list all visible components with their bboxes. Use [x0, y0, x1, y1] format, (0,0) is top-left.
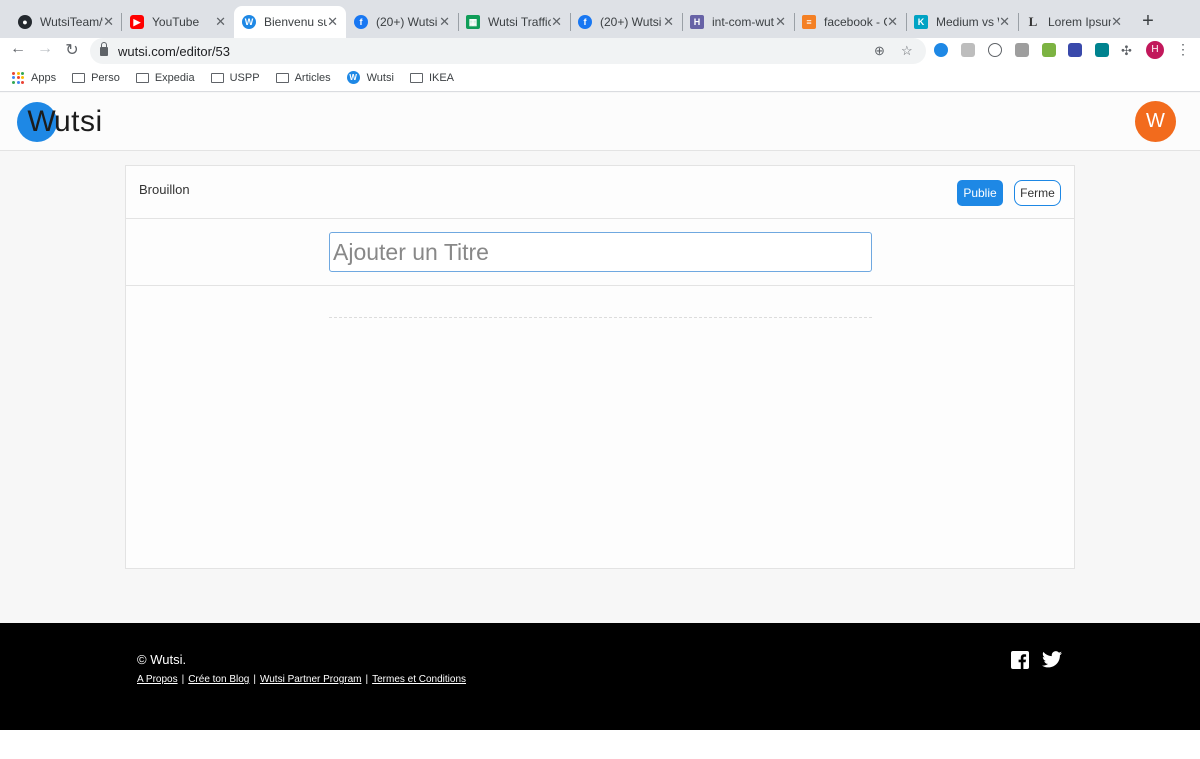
extension-icon[interactable]: [1042, 43, 1056, 57]
title-row: [126, 219, 1074, 286]
close-tab-icon[interactable]: ✕: [663, 14, 674, 30]
close-tab-icon[interactable]: ✕: [215, 14, 226, 30]
browser-tab[interactable]: ≡ facebook - G ✕: [794, 6, 906, 38]
close-tab-icon[interactable]: ✕: [551, 14, 562, 30]
bookmark-uspp[interactable]: USPP: [210, 72, 260, 84]
footer-link-terms[interactable]: Termes et Conditions: [372, 674, 466, 685]
footer-link-create-blog[interactable]: Crée ton Blog: [188, 674, 249, 685]
logo-circle: W: [17, 102, 57, 142]
close-tab-icon[interactable]: ✕: [327, 14, 338, 30]
folder-icon: [409, 72, 423, 83]
extension-icon[interactable]: [961, 43, 975, 57]
wutsi-logo[interactable]: W utsi: [17, 101, 103, 143]
wutsi-icon: W: [242, 15, 256, 29]
wutsi-icon: W: [346, 71, 360, 84]
facebook-icon: f: [354, 15, 368, 29]
editor-card: Brouillon Publie Ferme: [125, 165, 1075, 569]
browser-toolbar: ← → ↻ wutsi.com/editor/53 ⊕ ☆ ✣ H ⋮: [0, 38, 1200, 64]
bottom-strip: [0, 730, 1200, 759]
reload-button[interactable]: ↻: [62, 40, 82, 60]
k-icon: K: [914, 15, 928, 29]
title-input[interactable]: [329, 232, 872, 272]
browser-tab[interactable]: ▶ YouTube ✕: [122, 6, 234, 38]
close-tab-icon[interactable]: ✕: [103, 14, 114, 30]
editor-toolbar: Brouillon Publie Ferme: [126, 166, 1074, 219]
draft-status: Brouillon: [139, 182, 190, 197]
twitter-icon[interactable]: [1042, 651, 1062, 668]
browser-tab[interactable]: ● WutsiTeam/w ✕: [10, 6, 122, 38]
user-avatar[interactable]: W: [1135, 101, 1176, 142]
publish-button[interactable]: Publie: [957, 180, 1003, 206]
close-button[interactable]: Ferme: [1014, 180, 1061, 206]
browser-tab[interactable]: L Lorem Ipsum ✕: [1018, 6, 1130, 38]
bookmark-articles[interactable]: Articles: [275, 72, 331, 84]
heroku-icon: H: [690, 15, 704, 29]
editor-body[interactable]: [329, 317, 872, 318]
app-header: W utsi W: [0, 93, 1200, 151]
bookmark-expedia[interactable]: Expedia: [135, 72, 195, 84]
bookmarks-bar: Apps Perso Expedia USPP Articles W Wutsi…: [0, 64, 1200, 92]
browser-profile-avatar[interactable]: H: [1146, 41, 1164, 59]
address-bar[interactable]: wutsi.com/editor/53: [90, 38, 926, 64]
github-icon: ●: [18, 15, 32, 29]
folder-icon: [135, 72, 149, 83]
facebook-icon: f: [578, 15, 592, 29]
extension-icon[interactable]: [934, 43, 948, 57]
folder-icon: [72, 72, 86, 83]
url-text: wutsi.com/editor/53: [118, 43, 230, 59]
close-tab-icon[interactable]: ✕: [999, 14, 1010, 30]
sheets-icon: ▦: [466, 15, 480, 29]
camera-icon[interactable]: [1015, 43, 1029, 57]
footer-links: A Propos | Crée ton Blog | Wutsi Partner…: [137, 674, 467, 685]
new-tab-button[interactable]: +: [1138, 10, 1158, 33]
forward-button[interactable]: →: [35, 40, 55, 58]
lock-icon: [100, 41, 108, 56]
browser-tab[interactable]: f (20+) Wutsi ✕: [570, 6, 682, 38]
bookmark-star-icon[interactable]: ☆: [901, 43, 913, 59]
extension-icon[interactable]: [1068, 43, 1082, 57]
browser-tab[interactable]: f (20+) Wutsi ✕: [346, 6, 458, 38]
puzzle-icon[interactable]: ✣: [1121, 43, 1132, 59]
bookmark-apps[interactable]: Apps: [12, 71, 56, 84]
footer-link-partner-program[interactable]: Wutsi Partner Program: [260, 674, 362, 685]
bookmark-wutsi[interactable]: W Wutsi: [346, 71, 394, 84]
folder-icon: [210, 72, 224, 83]
page-footer: © Wutsi. A Propos | Crée ton Blog | Wuts…: [0, 623, 1200, 730]
close-tab-icon[interactable]: ✕: [1111, 14, 1122, 30]
browser-tab-strip: ● WutsiTeam/w ✕ ▶ YouTube ✕ W Bienvenu s…: [0, 0, 1200, 38]
bookmark-ikea[interactable]: IKEA: [409, 72, 454, 84]
footer-link-about[interactable]: A Propos: [137, 674, 178, 685]
zoom-icon[interactable]: ⊕: [874, 43, 885, 59]
extension-icon[interactable]: [988, 43, 1002, 57]
back-button[interactable]: ←: [8, 40, 28, 58]
browser-tab[interactable]: H int-com-wut ✕: [682, 6, 794, 38]
close-tab-icon[interactable]: ✕: [887, 14, 898, 30]
extension-icon[interactable]: [1095, 43, 1109, 57]
facebook-icon[interactable]: [1011, 651, 1029, 669]
close-tab-icon[interactable]: ✕: [439, 14, 450, 30]
browser-tab[interactable]: ▦ Wutsi Traffic ✕: [458, 6, 570, 38]
close-tab-icon[interactable]: ✕: [775, 14, 786, 30]
youtube-icon: ▶: [130, 15, 144, 29]
copyright: © Wutsi.: [137, 652, 187, 667]
browser-tab-active[interactable]: W Bienvenu su ✕: [234, 6, 346, 38]
browser-menu-icon[interactable]: ⋮: [1176, 41, 1190, 58]
stack-icon: ≡: [802, 15, 816, 29]
l-icon: L: [1028, 14, 1038, 29]
folder-icon: [275, 72, 289, 83]
apps-grid-icon: [12, 71, 24, 84]
bookmark-perso[interactable]: Perso: [72, 72, 120, 84]
browser-tab[interactable]: K Medium vs W ✕: [906, 6, 1018, 38]
